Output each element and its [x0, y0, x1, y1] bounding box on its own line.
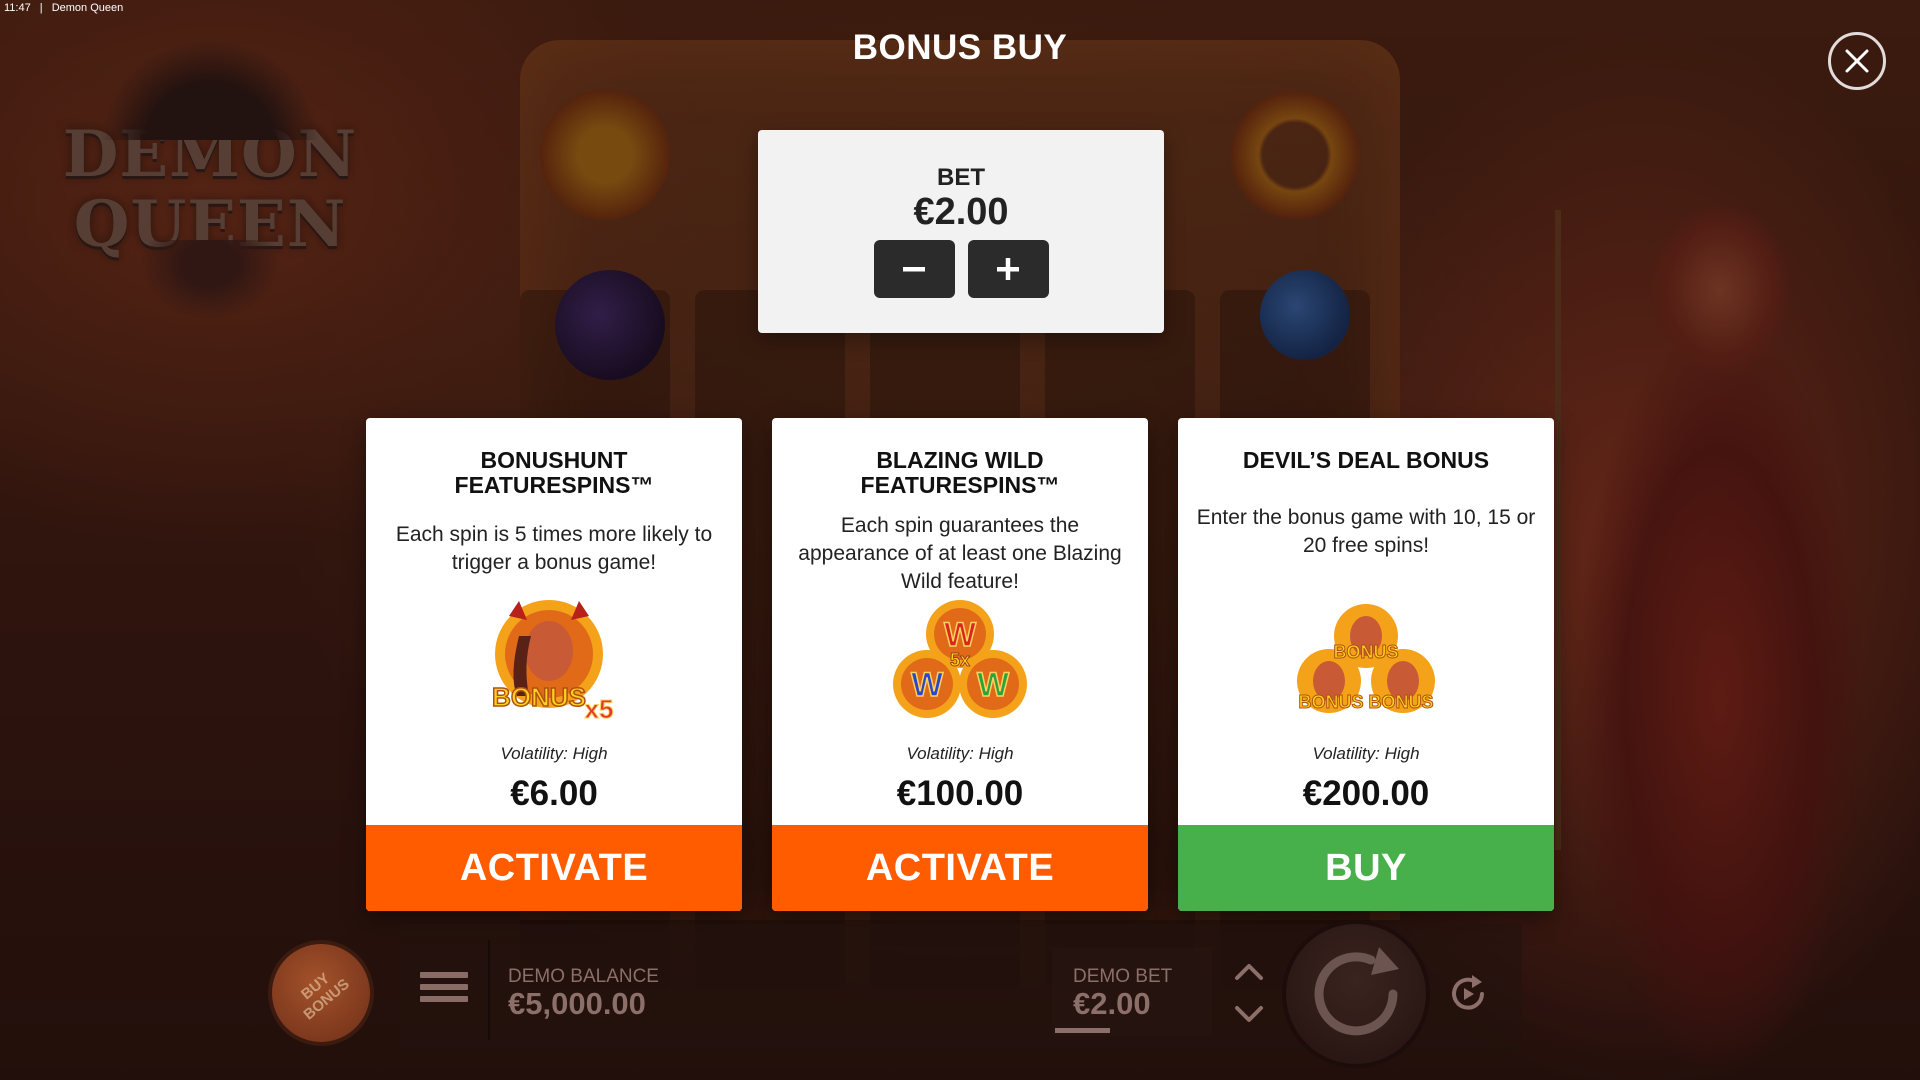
decrease-bet-button[interactable]	[873, 240, 955, 298]
svg-text:BONUS: BONUS	[1298, 692, 1363, 712]
bet-panel: BET €2.00	[758, 130, 1164, 333]
arrow-down-icon[interactable]	[1232, 1002, 1266, 1026]
minus-icon	[903, 267, 925, 272]
clock: 11:47	[4, 2, 31, 14]
card-title-line: DEVIL’S DEAL BONUS	[1242, 447, 1490, 473]
plus-icon	[997, 258, 1019, 280]
menu-icon-bar	[420, 972, 468, 978]
close-button[interactable]	[1828, 32, 1886, 90]
card-title: DEVIL’S DEAL BONUS	[1188, 448, 1544, 473]
demo-bet-label: DEMO BET	[1073, 966, 1173, 987]
autoplay-icon[interactable]	[1446, 972, 1490, 1016]
bonus-card-devils-deal: DEVIL’S DEAL BONUS Enter the bonus game …	[1178, 418, 1554, 911]
card-description: Each spin is 5 times more likely to trig…	[395, 523, 713, 574]
svg-text:BONUS: BONUS	[1333, 642, 1398, 662]
card-price: €100.00	[896, 774, 1024, 813]
card-title-line: BLAZING WILD	[876, 447, 1044, 473]
card-volatility: Volatility: High	[500, 744, 608, 763]
card-title-line: FEATURESPINS™	[454, 472, 654, 498]
card-title: BONUSHUNT FEATURESPINS™	[376, 448, 732, 498]
buy-devils-deal-button[interactable]: BUY	[1178, 825, 1554, 911]
bonus-card-blazing-wild: BLAZING WILD FEATURESPINS™ Each spin gua…	[772, 418, 1148, 911]
bet-indicator	[1055, 1028, 1110, 1033]
balance-label: DEMO BALANCE	[508, 966, 659, 987]
close-icon	[1845, 49, 1869, 73]
card-title: BLAZING WILD FEATURESPINS™	[782, 448, 1138, 498]
bonus-card-bonushunt: BONUSHUNT FEATURESPINS™ Each spin is 5 t…	[366, 418, 742, 911]
balance-value: €5,000.00	[508, 986, 646, 1021]
svg-text:W: W	[911, 666, 944, 704]
spin-icon	[1314, 947, 1399, 1036]
bonushunt-art-icon: BONUS x5	[491, 600, 614, 725]
modal-title: BONUS BUY	[852, 28, 1068, 67]
bet-value: €2.00	[913, 191, 1009, 233]
svg-text:5x: 5x	[950, 650, 970, 670]
menu-button[interactable]	[420, 972, 468, 1012]
divider: |	[39, 2, 43, 14]
svg-text:BONUS: BONUS	[1368, 692, 1433, 712]
status-bar: 11:47 | Demon Queen	[4, 2, 129, 14]
bet-label: BET	[937, 164, 985, 191]
menu-icon-bar	[420, 984, 468, 990]
buy-bonus-button[interactable]: BUY BONUS	[268, 940, 374, 1046]
increase-bet-button[interactable]	[967, 240, 1049, 298]
svg-text:x5: x5	[585, 694, 614, 724]
demo-bet-value: €2.00	[1073, 986, 1151, 1021]
card-price: €6.00	[510, 774, 598, 813]
card-price: €200.00	[1302, 774, 1430, 813]
svg-text:W: W	[944, 616, 977, 654]
devils-deal-art-icon: BONUS BONUS BONUS	[1297, 604, 1435, 713]
buy-bonus-label: BUY BONUS	[289, 963, 353, 1024]
card-description: Each spin guarantees the appearance of a…	[798, 514, 1122, 593]
svg-text:W: W	[977, 666, 1010, 704]
svg-text:BONUS: BONUS	[492, 682, 586, 712]
arrow-up-icon[interactable]	[1232, 960, 1266, 984]
card-title-line: BONUSHUNT	[480, 447, 628, 473]
card-volatility: Volatility: High	[1312, 744, 1420, 763]
spin-button[interactable]	[1282, 920, 1430, 1068]
card-volatility: Volatility: High	[906, 744, 1014, 763]
blazing-wild-art-icon: W 5x W W	[893, 600, 1027, 718]
card-title-line: FEATURESPINS™	[860, 472, 1060, 498]
activate-blazing-wild-button[interactable]: ACTIVATE	[772, 825, 1148, 911]
menu-icon-bar	[420, 996, 468, 1002]
divider	[488, 940, 490, 1040]
activate-bonushunt-button[interactable]: ACTIVATE	[366, 825, 742, 911]
card-description: Enter the bonus game with 10, 15 or 20 f…	[1196, 506, 1536, 557]
app-title: Demon Queen	[51, 2, 124, 14]
